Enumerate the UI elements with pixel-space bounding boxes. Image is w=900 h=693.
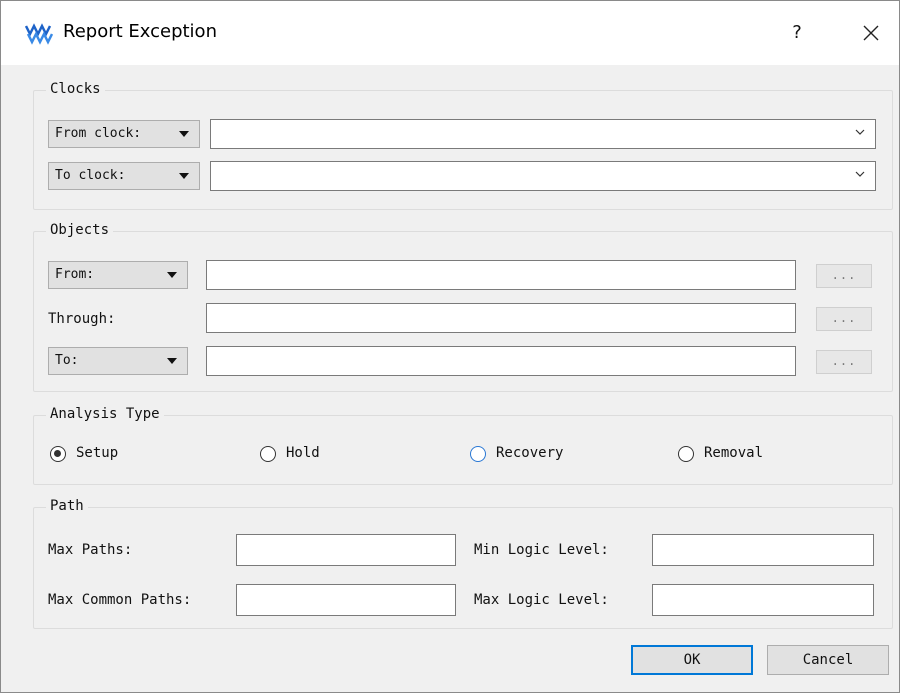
max-logic-level-label: Max Logic Level: xyxy=(474,592,609,608)
cancel-button[interactable]: Cancel xyxy=(767,645,889,675)
from-object-input[interactable] xyxy=(206,260,796,290)
dropdown-arrow-icon xyxy=(179,173,189,179)
close-button[interactable] xyxy=(849,15,893,51)
dropdown-arrow-icon xyxy=(167,272,177,278)
help-icon: ? xyxy=(792,22,802,43)
to-object-selector[interactable]: To: xyxy=(48,347,188,375)
to-clock-selector[interactable]: To clock: xyxy=(48,162,200,190)
hold-radio-option[interactable]: Hold xyxy=(260,444,380,464)
help-button[interactable]: ? xyxy=(777,15,817,51)
report-exception-dialog: Report Exception ? Clocks From clock: To… xyxy=(0,0,900,693)
ok-button[interactable]: OK xyxy=(631,645,753,675)
path-group: Path Max Paths: Min Logic Level: Max Com… xyxy=(33,498,893,629)
recovery-radio[interactable] xyxy=(470,446,486,462)
objects-group: Objects From: ... Through: ... To: ... xyxy=(33,222,893,392)
to-browse-button[interactable]: ... xyxy=(816,350,872,374)
dropdown-arrow-icon xyxy=(179,131,189,137)
analysis-type-group: Analysis Type Setup Hold Recovery Remova… xyxy=(33,406,893,485)
max-logic-level-input[interactable] xyxy=(652,584,874,616)
setup-radio-label: Setup xyxy=(76,445,119,461)
through-input[interactable] xyxy=(206,303,796,333)
to-clock-input[interactable] xyxy=(210,161,876,191)
setup-radio-option[interactable]: Setup xyxy=(50,444,170,464)
chevron-down-icon[interactable] xyxy=(855,127,865,137)
hold-radio[interactable] xyxy=(260,446,276,462)
to-clock-selector-label: To clock: xyxy=(55,168,126,183)
min-logic-level-label: Min Logic Level: xyxy=(474,542,609,558)
from-browse-button[interactable]: ... xyxy=(816,264,872,288)
hold-radio-label: Hold xyxy=(286,445,320,461)
title-bar: Report Exception ? xyxy=(1,1,899,65)
through-browse-button[interactable]: ... xyxy=(816,307,872,331)
to-object-input[interactable] xyxy=(206,346,796,376)
max-paths-label: Max Paths: xyxy=(48,542,133,558)
analysis-type-legend: Analysis Type xyxy=(46,406,164,422)
dialog-title: Report Exception xyxy=(63,21,217,42)
removal-radio-label: Removal xyxy=(704,445,764,461)
close-icon xyxy=(863,25,879,41)
max-common-paths-input[interactable] xyxy=(236,584,456,616)
from-clock-input[interactable] xyxy=(210,119,876,149)
removal-radio-option[interactable]: Removal xyxy=(678,444,818,464)
recovery-radio-option[interactable]: Recovery xyxy=(470,444,610,464)
through-label: Through: xyxy=(48,311,116,327)
max-paths-input[interactable] xyxy=(236,534,456,566)
setup-radio[interactable] xyxy=(50,446,66,462)
objects-legend: Objects xyxy=(46,222,114,238)
recovery-radio-label: Recovery xyxy=(496,445,564,461)
clocks-legend: Clocks xyxy=(46,81,105,97)
to-object-selector-label: To: xyxy=(55,353,79,368)
from-clock-selector[interactable]: From clock: xyxy=(48,120,200,148)
gowin-logo-icon xyxy=(25,23,53,45)
from-clock-selector-label: From clock: xyxy=(55,126,142,141)
clocks-group: Clocks From clock: To clock: xyxy=(33,81,893,210)
dropdown-arrow-icon xyxy=(167,358,177,364)
max-common-paths-label: Max Common Paths: xyxy=(48,592,192,608)
from-object-selector[interactable]: From: xyxy=(48,261,188,289)
path-legend: Path xyxy=(46,498,88,514)
chevron-down-icon[interactable] xyxy=(855,169,865,179)
from-object-selector-label: From: xyxy=(55,267,95,282)
min-logic-level-input[interactable] xyxy=(652,534,874,566)
removal-radio[interactable] xyxy=(678,446,694,462)
